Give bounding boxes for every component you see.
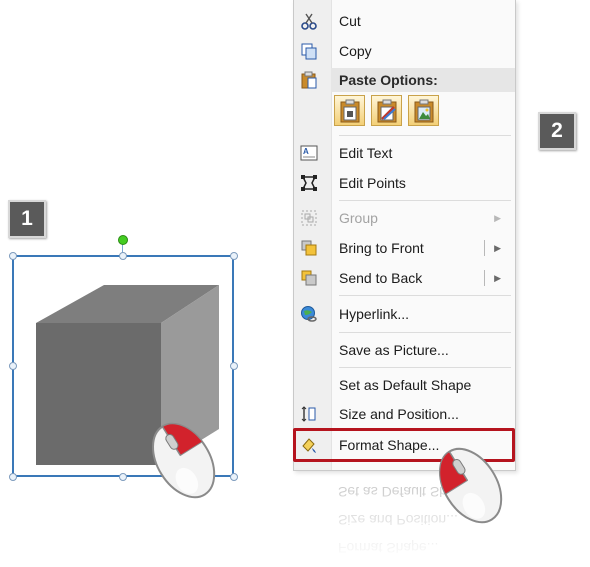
resize-handle-l[interactable] bbox=[9, 362, 17, 370]
copy-icon bbox=[301, 43, 317, 60]
clipboard-icon bbox=[301, 71, 317, 89]
paste-picture-icon bbox=[414, 99, 433, 122]
split-separator bbox=[484, 270, 485, 286]
menu-item-label: Size and Position... bbox=[339, 406, 459, 422]
menu-item-label: Edit Points bbox=[339, 175, 406, 191]
submenu-arrow-icon[interactable]: ▶ bbox=[494, 273, 501, 284]
menu-item-edit-text[interactable]: A Edit Text bbox=[294, 139, 515, 167]
menu-item-label: Bring to Front bbox=[339, 240, 424, 256]
mouse-right-click-icon bbox=[152, 422, 216, 499]
submenu-arrow-icon[interactable]: ▶ bbox=[494, 243, 501, 254]
resize-handle-tr[interactable] bbox=[230, 252, 238, 260]
menu-separator bbox=[339, 295, 511, 296]
menu-separator bbox=[339, 332, 511, 333]
menu-item-label: Copy bbox=[339, 43, 372, 59]
step-2-label: 2 bbox=[551, 119, 563, 142]
paste-keep-text-icon bbox=[340, 99, 359, 122]
menu-item-edit-points[interactable]: Edit Points bbox=[294, 169, 515, 197]
paste-use-destination-button[interactable] bbox=[371, 95, 402, 126]
resize-handle-t[interactable] bbox=[119, 252, 127, 260]
menu-separator bbox=[339, 367, 511, 368]
menu-separator bbox=[339, 135, 511, 136]
menu-item-send-to-back[interactable]: Send to Back ▶ bbox=[294, 264, 515, 292]
split-separator bbox=[484, 240, 485, 256]
step-1-label: 1 bbox=[21, 207, 33, 230]
menu-item-bring-to-front[interactable]: Bring to Front ▶ bbox=[294, 234, 515, 262]
paste-options-row bbox=[334, 95, 439, 129]
menu-item-label: Edit Text bbox=[339, 145, 393, 161]
rotation-handle[interactable] bbox=[118, 235, 128, 245]
menu-item-label: Hyperlink... bbox=[339, 306, 410, 322]
menu-item-set-default-shape[interactable]: Set as Default Shape bbox=[294, 371, 515, 399]
menu-item-label: Group bbox=[339, 210, 378, 226]
menu-item-group: Group ▶ bbox=[294, 204, 515, 232]
group-icon bbox=[301, 210, 317, 226]
menu-item-cut[interactable]: Cut bbox=[294, 7, 515, 35]
context-menu: Cut Copy Paste Options: A Edit Text Edit… bbox=[293, 0, 516, 471]
paste-use-destination-icon bbox=[377, 99, 396, 122]
menu-item-save-as-picture[interactable]: Save as Picture... bbox=[294, 336, 515, 364]
step-2-badge: 2 bbox=[538, 112, 576, 150]
bring-to-front-icon bbox=[301, 240, 317, 256]
svg-text:A: A bbox=[303, 147, 309, 156]
mouse-left-click-icon bbox=[439, 447, 503, 524]
edit-points-icon bbox=[301, 175, 317, 191]
edit-text-icon: A bbox=[300, 145, 318, 161]
paste-options-header: Paste Options: bbox=[331, 68, 515, 92]
menu-item-label: Set as Default Shape bbox=[339, 377, 472, 393]
menu-item-size-and-position[interactable]: Size and Position... bbox=[294, 400, 515, 428]
paste-keep-text-button[interactable] bbox=[334, 95, 365, 126]
resize-handle-bl[interactable] bbox=[9, 473, 17, 481]
menu-item-hyperlink[interactable]: Hyperlink... bbox=[294, 300, 515, 328]
paste-picture-button[interactable] bbox=[408, 95, 439, 126]
send-to-back-icon bbox=[301, 270, 317, 286]
resize-handle-tl[interactable] bbox=[9, 252, 17, 260]
submenu-arrow-icon: ▶ bbox=[494, 212, 501, 223]
menu-separator bbox=[339, 200, 511, 201]
resize-handle-r[interactable] bbox=[230, 362, 238, 370]
resize-handle-b[interactable] bbox=[119, 473, 127, 481]
scissors-icon bbox=[301, 13, 317, 30]
hyperlink-icon bbox=[301, 306, 317, 322]
menu-item-label: Send to Back bbox=[339, 270, 423, 286]
resize-handle-br[interactable] bbox=[230, 473, 238, 481]
menu-item-copy[interactable]: Copy bbox=[294, 37, 515, 65]
menu-item-label: Cut bbox=[339, 13, 361, 29]
menu-item-label: Save as Picture... bbox=[339, 342, 449, 358]
size-position-icon bbox=[301, 406, 316, 422]
